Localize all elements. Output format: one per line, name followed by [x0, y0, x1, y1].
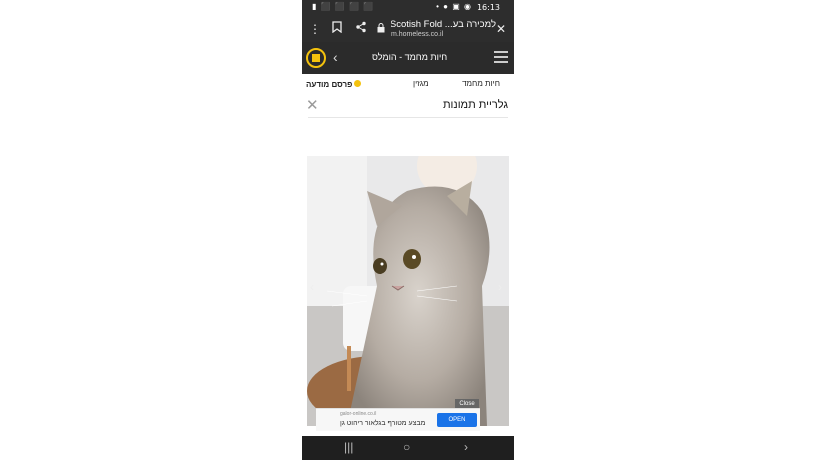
gallery-photo[interactable] — [307, 156, 509, 426]
prev-photo-icon[interactable]: ‹ — [310, 280, 314, 294]
page-title[interactable]: למכירה בע... Scotish Fold — [391, 19, 496, 30]
phone-screen: ▮ ⬛ ⬛ ⬛ ⬛ • ● ▣ ◉ 16:13 ⋮ למכירה בע... S… — [302, 0, 514, 460]
ad-domain: galor-online.co.il — [340, 411, 377, 417]
plus-dot-icon — [354, 80, 361, 87]
gallery-close-icon[interactable]: ✕ — [306, 96, 319, 114]
site-nav: פרסם מודעה מגזין חיות מחמד — [302, 74, 514, 94]
status-bar: ▮ ⬛ ⬛ ⬛ ⬛ • ● ▣ ◉ 16:13 — [302, 0, 514, 16]
bookmark-icon[interactable] — [328, 20, 346, 38]
status-right-icons: • ● ▣ ◉ — [436, 2, 472, 11]
next-photo-icon[interactable]: › — [498, 280, 502, 294]
magazine-link[interactable]: מגזין — [413, 79, 429, 88]
site-header: ‹ חיות מחמד - הומלס — [302, 42, 514, 74]
back-icon[interactable]: › — [464, 440, 468, 454]
recent-apps-icon[interactable]: ||| — [344, 440, 353, 454]
share-icon[interactable] — [352, 20, 370, 38]
ad-banner[interactable]: galor-online.co.il מבצע מטורף בגלאור ריה… — [316, 408, 480, 431]
ad-open-button[interactable]: OPEN — [437, 413, 477, 427]
chevron-left-icon[interactable]: ‹ — [333, 49, 338, 65]
more-icon[interactable]: ⋮ — [306, 20, 324, 38]
gallery-title: גלריית תמונות — [442, 99, 508, 111]
page-url[interactable]: m.homeless.co.il — [391, 31, 443, 38]
close-icon[interactable]: ✕ — [492, 20, 510, 38]
browser-toolbar: ⋮ למכירה בע... Scotish Fold m.homeless.c… — [302, 16, 514, 42]
section-title: חיות מחמד - הומלס — [372, 52, 448, 62]
homeless-logo-icon[interactable] — [306, 48, 326, 68]
home-icon[interactable]: ○ — [403, 440, 410, 454]
publish-ad-link[interactable]: פרסם מודעה — [306, 80, 352, 89]
lock-icon — [372, 20, 390, 38]
android-nav-bar: ||| ○ › — [302, 436, 514, 460]
divider — [308, 117, 508, 118]
ad-text: מבצע מטורף בגלאור ריהוט גן — [340, 420, 426, 427]
status-left-icons: ▮ ⬛ ⬛ ⬛ ⬛ — [312, 2, 375, 11]
pets-link[interactable]: חיות מחמד — [462, 79, 500, 88]
hamburger-menu-icon[interactable] — [494, 51, 508, 63]
gallery-header: ✕ גלריית תמונות — [302, 94, 514, 118]
status-time: 16:13 — [476, 3, 500, 12]
